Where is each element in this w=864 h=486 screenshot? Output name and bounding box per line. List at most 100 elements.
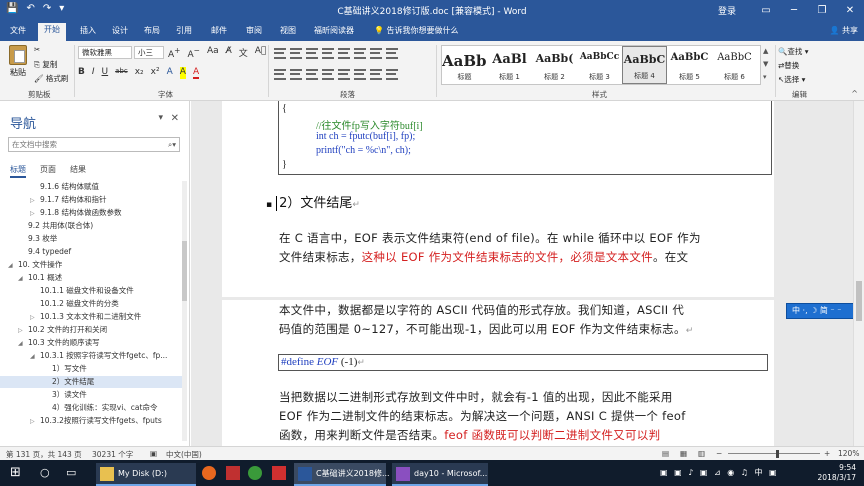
zoom-slider[interactable]: [728, 453, 820, 454]
proofing-icon[interactable]: ▣: [150, 449, 157, 458]
tab-file[interactable]: 文件: [4, 24, 32, 41]
bold-button[interactable]: B: [78, 67, 85, 79]
word-count[interactable]: 30231 个字: [92, 449, 133, 460]
nav-heading-item[interactable]: ◢ 10.1 概述: [0, 272, 183, 284]
nav-heading-item[interactable]: 10.1.1 磁盘文件和设备文件: [0, 285, 183, 297]
zoom-out-icon[interactable]: −: [716, 449, 722, 458]
nav-heading-item[interactable]: 10.1.2 磁盘文件的分类: [0, 298, 183, 310]
grow-font-icon[interactable]: A+: [168, 46, 180, 60]
nav-heading-item[interactable]: 9.4 typedef: [0, 246, 183, 258]
tab-mailings[interactable]: 邮件: [205, 24, 233, 41]
bullets-icon[interactable]: [274, 48, 286, 59]
nav-scrollbar[interactable]: [182, 181, 187, 441]
firefox-icon[interactable]: [202, 460, 220, 486]
shading-icon[interactable]: [370, 69, 382, 80]
nav-heading-item[interactable]: 4）强化训练：实现vi、cat命令: [0, 402, 183, 414]
taskbar-app-explorer[interactable]: My Disk (D:): [96, 463, 196, 486]
expand-arrow-icon[interactable]: ◢: [18, 338, 28, 350]
distributed-icon[interactable]: [338, 69, 350, 80]
expand-arrow-icon[interactable]: ▷: [30, 208, 40, 220]
nav-search-input[interactable]: 在文档中搜索 ⌕▾: [8, 137, 180, 152]
customize-toolbar-icon[interactable]: ▾: [59, 3, 64, 14]
app-icon[interactable]: [226, 460, 244, 486]
print-layout-icon[interactable]: ▦: [680, 449, 687, 458]
tab-references[interactable]: 引用: [170, 24, 198, 41]
strikethrough-button[interactable]: abc: [115, 67, 128, 79]
style-heading-2[interactable]: AaBb(标题 2: [532, 46, 577, 84]
italic-button[interactable]: I: [92, 67, 95, 79]
web-layout-icon[interactable]: ▥: [698, 449, 705, 458]
tab-home[interactable]: 开始: [38, 23, 66, 41]
expand-arrow-icon[interactable]: ▷: [18, 325, 28, 337]
nav-heading-item[interactable]: 9.1.6 结构体赋值: [0, 181, 183, 193]
windows-start-icon[interactable]: ⊞: [10, 460, 21, 486]
nav-heading-item[interactable]: 2）文件结尾: [0, 376, 183, 388]
code-block[interactable]: { //往文件fp写入字符buf[i] int ch = fputc(buf[i…: [278, 101, 772, 175]
tab-review[interactable]: 审阅: [240, 24, 268, 41]
system-tray-icons[interactable]: ▣ ▣ ♪ ▣ ⊿ ◉ ♫ 中 ▣: [660, 460, 779, 486]
increase-indent-icon[interactable]: [338, 48, 350, 59]
nav-heading-item[interactable]: 9.2 共用体(联合体): [0, 220, 183, 232]
nav-tab-headings[interactable]: 标题: [10, 164, 26, 178]
maximize-icon[interactable]: ❐: [808, 0, 836, 21]
tab-layout[interactable]: 布局: [138, 24, 166, 41]
nav-heading-item[interactable]: 1）写文件: [0, 363, 183, 375]
save-icon[interactable]: 💾: [6, 3, 18, 14]
superscript-button[interactable]: x²: [151, 67, 160, 79]
font-size-select[interactable]: 小三: [134, 46, 164, 59]
redo-icon[interactable]: ↷: [43, 3, 51, 14]
style-heading-5[interactable]: AaBbC 标题 5: [667, 46, 712, 84]
nav-heading-item[interactable]: ▷ 10.1.3 文本文件和二进制文件: [0, 311, 183, 323]
read-mode-icon[interactable]: ▤: [662, 449, 669, 458]
line-spacing-icon[interactable]: [354, 69, 366, 80]
page-count[interactable]: 第 131 页，共 143 页: [6, 449, 82, 460]
zoom-level[interactable]: 120%: [838, 449, 859, 458]
align-center-icon[interactable]: [290, 69, 302, 80]
align-left-icon[interactable]: [274, 69, 286, 80]
format-painter-button[interactable]: 🖌 格式刷: [34, 73, 68, 84]
select-button[interactable]: ↖选择 ▾: [778, 74, 805, 85]
zoom-in-icon[interactable]: +: [824, 449, 830, 458]
copy-button[interactable]: ⎘ 复制: [34, 59, 57, 70]
font-color-button[interactable]: A: [192, 67, 200, 79]
nav-heading-item[interactable]: ◢ 10. 文件操作: [0, 259, 183, 271]
style-heading-4[interactable]: AaBbC 标题 4: [622, 46, 667, 84]
tell-me-box[interactable]: 💡 告诉我你想要做什么: [368, 24, 465, 41]
define-code-box[interactable]: #define EOF (-1)↵: [278, 354, 768, 371]
change-case-icon[interactable]: Aa: [207, 46, 219, 60]
expand-arrow-icon[interactable]: ◢: [18, 273, 28, 285]
nav-heading-item[interactable]: ▷ 10.2 文件的打开和关闭: [0, 324, 183, 336]
nav-options-icon[interactable]: ▾: [158, 113, 163, 123]
tab-foxit-reader[interactable]: 福昕阅读器: [308, 24, 360, 41]
expand-arrow-icon[interactable]: ◢: [8, 260, 18, 272]
ime-toolbar[interactable]: 中 ·, ☽ 简 ⁻ ⁻: [786, 303, 856, 319]
justify-icon[interactable]: [322, 69, 334, 80]
document-page[interactable]: 本文件中，数据都是以字符的 ASCII 代码值的形式存放。我们知道，ASCII …: [222, 300, 774, 446]
underline-button[interactable]: U: [102, 67, 109, 79]
replace-button[interactable]: ⇄替换: [778, 60, 799, 71]
app-icon[interactable]: [272, 460, 290, 486]
expand-arrow-icon[interactable]: ▷: [30, 416, 40, 428]
style-heading-6[interactable]: AaBbC 标题 6: [712, 46, 757, 84]
multilevel-list-icon[interactable]: [306, 48, 318, 59]
clock[interactable]: 9:54 2018/3/17: [818, 463, 856, 483]
scrollbar-thumb[interactable]: [856, 281, 862, 321]
search-icon[interactable]: ○: [40, 460, 50, 486]
subscript-button[interactable]: x₂: [135, 67, 144, 79]
taskbar-app-visual-studio[interactable]: day10 - Microsof...: [392, 463, 488, 486]
decrease-indent-icon[interactable]: [322, 48, 334, 59]
nav-heading-item[interactable]: ▷ 9.1.8 结构体做函数参数: [0, 207, 183, 219]
style-heading-1[interactable]: AaBl 标题 1: [487, 46, 532, 84]
tab-design[interactable]: 设计: [106, 24, 134, 41]
collapse-ribbon-icon[interactable]: ^: [851, 89, 858, 98]
ribbon-display-icon[interactable]: ▭: [752, 0, 780, 21]
tab-insert[interactable]: 插入: [74, 24, 102, 41]
taskbar-app-word[interactable]: C基础讲义2018修...: [294, 463, 390, 486]
styles-scroll[interactable]: ▲ ▼ ▾: [763, 45, 773, 85]
close-icon[interactable]: ✕: [171, 113, 179, 124]
nav-heading-item[interactable]: ◢ 10.3.1 按照字符读写文件fgetc、fp...: [0, 350, 183, 362]
zoom-slider-thumb[interactable]: [776, 450, 779, 458]
char-border-icon[interactable]: A⃞: [255, 46, 267, 60]
language[interactable]: 中文(中国): [166, 449, 202, 460]
nav-heading-item[interactable]: ▷ 9.1.7 结构体和指针: [0, 194, 183, 206]
